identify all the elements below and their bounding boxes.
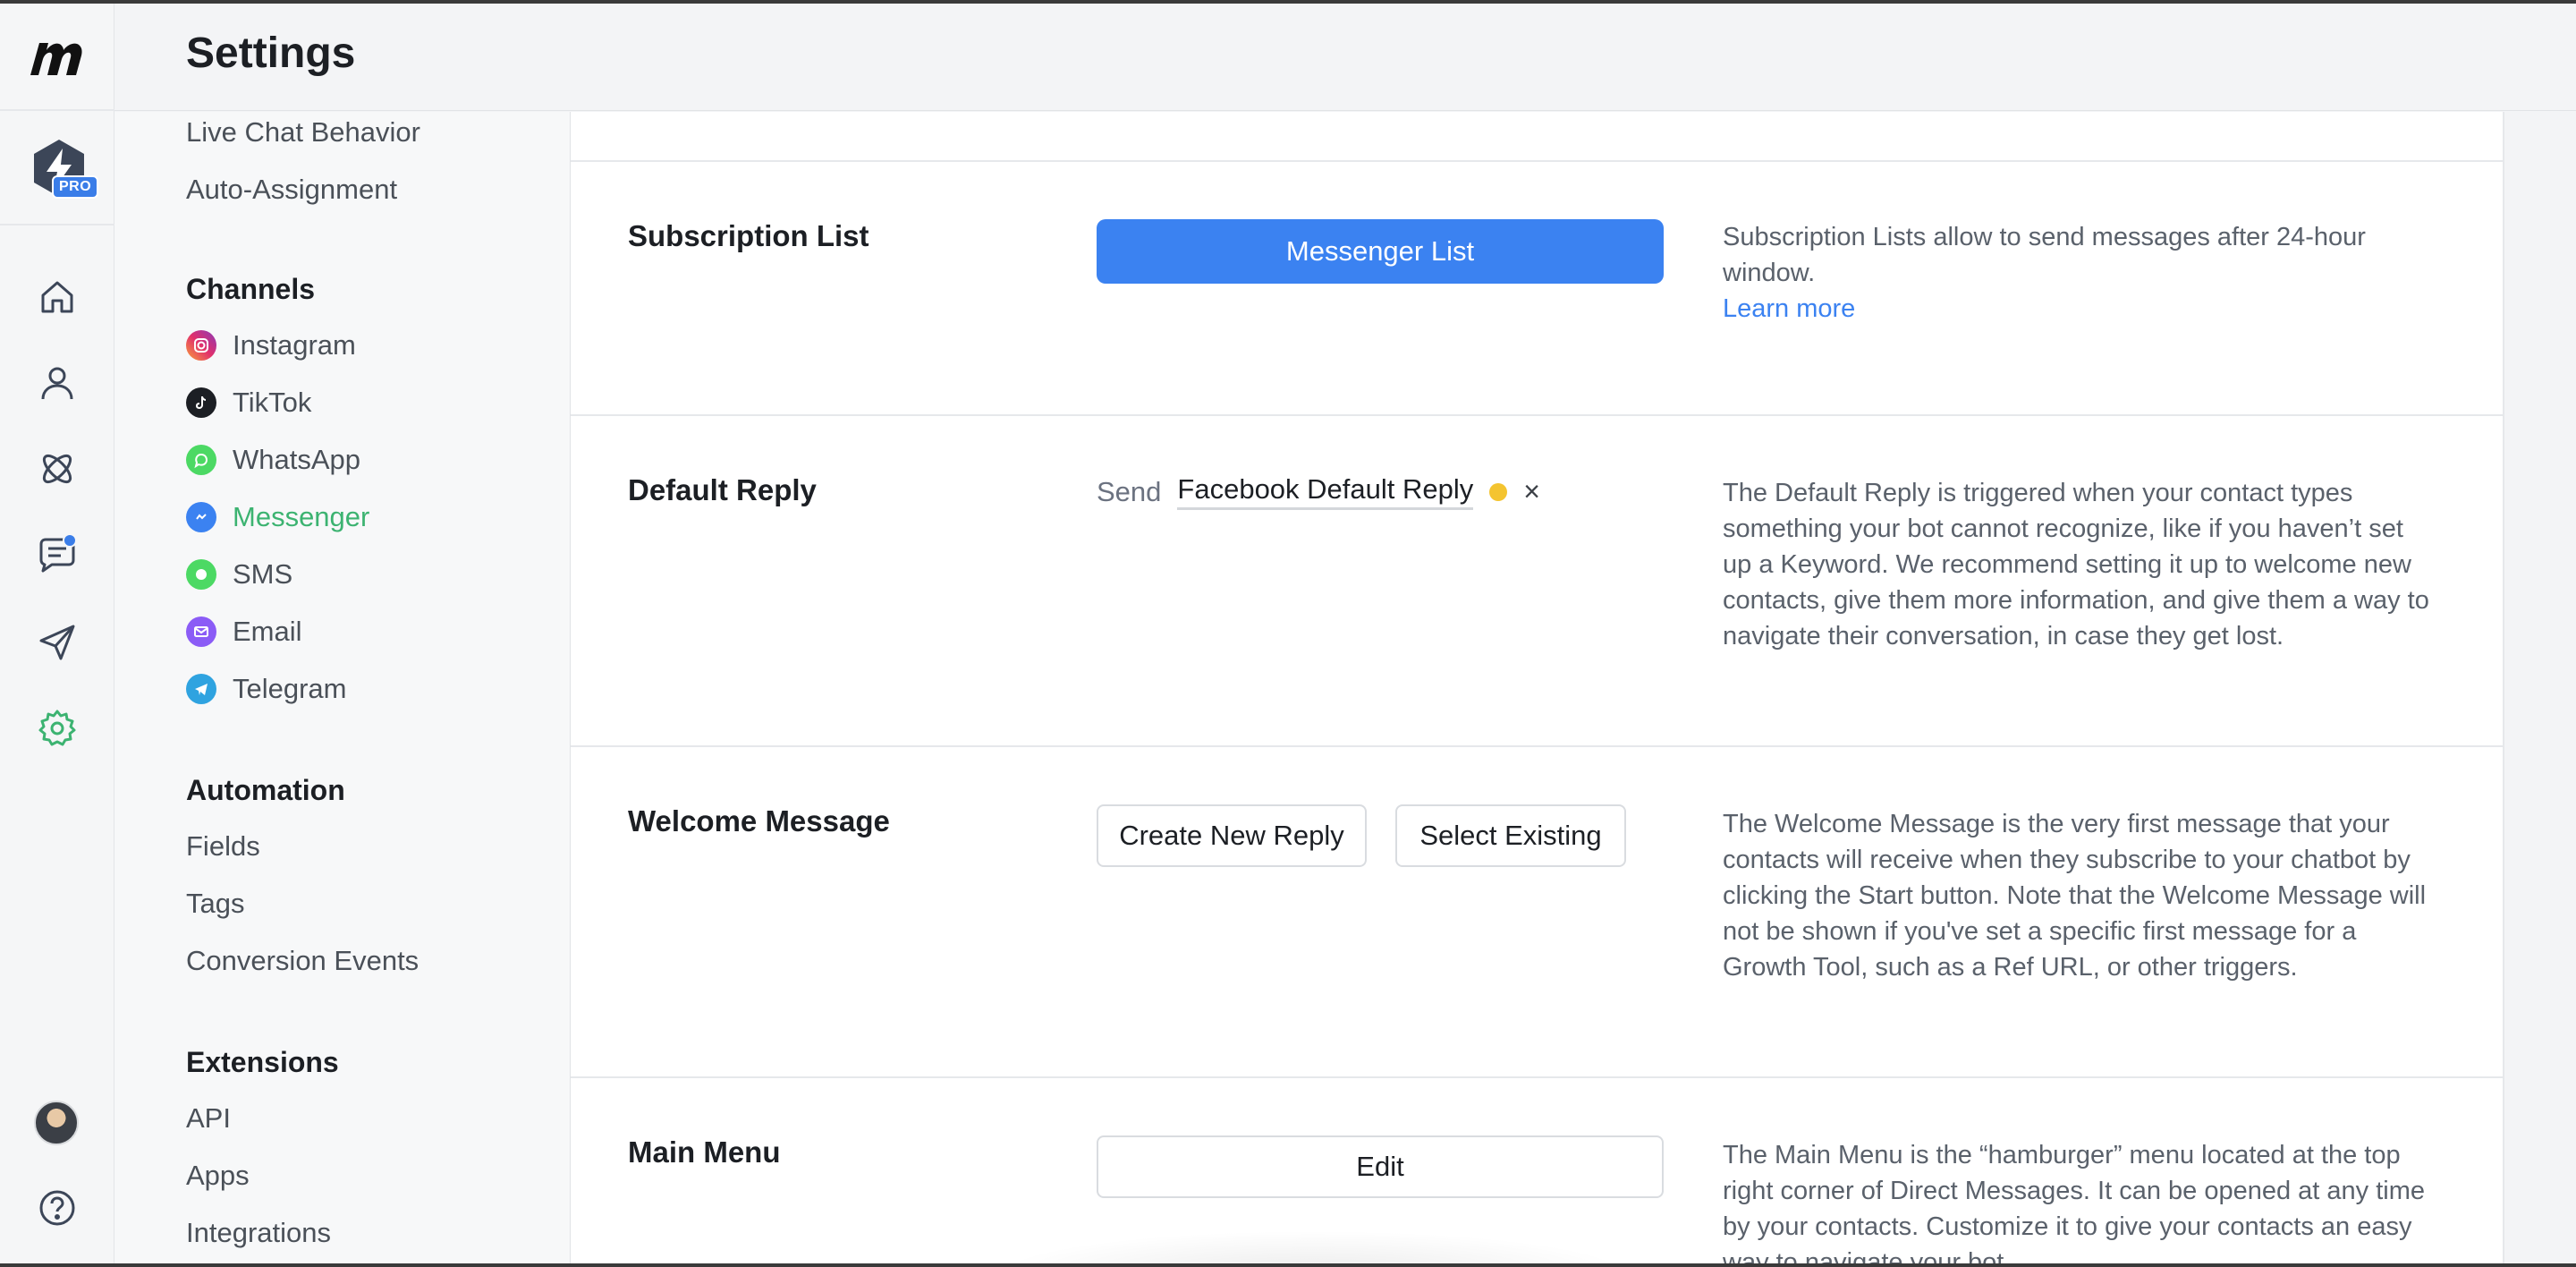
nav-item-sms[interactable]: SMS xyxy=(186,558,292,591)
nav-item-auto-assignment[interactable]: Auto-Assignment xyxy=(186,174,397,206)
nav-item-api[interactable]: API xyxy=(186,1102,231,1135)
nav-item-fields[interactable]: Fields xyxy=(186,830,260,863)
nav-item-label: Messenger xyxy=(233,501,370,532)
settings-content: Subscription List Messenger List Subscri… xyxy=(571,112,2576,1267)
instagram-icon xyxy=(186,330,216,361)
settings-icon[interactable] xyxy=(36,707,79,750)
contacts-icon[interactable] xyxy=(36,361,79,404)
automation-icon[interactable] xyxy=(36,447,79,490)
welcome-message-label: Welcome Message xyxy=(628,804,890,838)
nav-item-integrations[interactable]: Integrations xyxy=(186,1217,331,1249)
default-reply-card: Default Reply Send Facebook Default Repl… xyxy=(571,414,2504,745)
subscription-list-desc-text: Subscription Lists allow to send message… xyxy=(1723,223,2366,287)
nav-item-apps[interactable]: Apps xyxy=(186,1160,250,1192)
sms-icon xyxy=(186,559,216,590)
chat-notification-dot xyxy=(63,533,77,548)
default-reply-link[interactable]: Facebook Default Reply xyxy=(1177,473,1474,510)
nav-item-label: WhatsApp xyxy=(233,444,361,475)
subscription-list-label: Subscription List xyxy=(628,219,869,252)
nav-item-live-chat-behavior[interactable]: Live Chat Behavior xyxy=(186,116,420,149)
nav-item-email[interactable]: Email xyxy=(186,616,302,648)
icon-rail: PRO xyxy=(0,4,114,1267)
tiktok-icon xyxy=(186,387,216,418)
previous-section-card xyxy=(571,112,2504,160)
remove-reply-icon[interactable]: × xyxy=(1523,475,1540,508)
learn-more-link[interactable]: Learn more xyxy=(1723,294,1855,323)
email-icon xyxy=(186,616,216,647)
home-icon[interactable] xyxy=(36,276,79,319)
default-reply-description: The Default Reply is triggered when your… xyxy=(1723,479,2429,651)
nav-item-label: Instagram xyxy=(233,329,356,361)
nav-item-instagram[interactable]: Instagram xyxy=(186,329,356,361)
nav-item-tags[interactable]: Tags xyxy=(186,888,244,920)
nav-item-messenger[interactable]: Messenger xyxy=(186,501,369,533)
default-reply-label: Default Reply xyxy=(628,473,817,506)
main-menu-description: The Main Menu is the “hamburger” menu lo… xyxy=(1723,1141,2426,1267)
subscription-list-description: Subscription Lists allow to send message… xyxy=(1723,219,2438,327)
edit-main-menu-button[interactable]: Edit xyxy=(1097,1135,1664,1198)
nav-item-conversion-events[interactable]: Conversion Events xyxy=(186,945,419,977)
draft-status-dot xyxy=(1489,482,1508,501)
main-menu-label: Main Menu xyxy=(628,1135,781,1169)
default-reply-selection: Send Facebook Default Reply × xyxy=(1097,473,1540,510)
app-logo[interactable] xyxy=(27,36,88,81)
select-existing-button[interactable]: Select Existing xyxy=(1395,804,1626,867)
welcome-message-description: The Welcome Message is the very first me… xyxy=(1723,810,2427,982)
user-avatar[interactable] xyxy=(34,1101,79,1145)
nav-heading-channels: Channels xyxy=(186,273,316,305)
nav-item-label: TikTok xyxy=(233,387,312,418)
subscription-list-card: Subscription List Messenger List Subscri… xyxy=(571,160,2504,414)
pro-badge: PRO xyxy=(52,175,99,199)
nav-item-label: Telegram xyxy=(233,673,347,704)
settings-nav: Live Chat Behavior Auto-Assignment Chann… xyxy=(114,112,571,1267)
whatsapp-icon xyxy=(186,445,216,475)
nav-item-label: Email xyxy=(233,616,302,647)
rail-divider xyxy=(0,109,114,111)
nav-heading-automation: Automation xyxy=(186,774,345,806)
help-icon[interactable] xyxy=(36,1186,79,1229)
telegram-icon xyxy=(186,674,216,704)
page-header: Settings xyxy=(114,4,2576,111)
messenger-icon xyxy=(186,502,216,532)
nav-item-tiktok[interactable]: TikTok xyxy=(186,387,311,419)
messenger-list-button[interactable]: Messenger List xyxy=(1097,219,1664,284)
nav-item-whatsapp[interactable]: WhatsApp xyxy=(186,444,360,476)
create-new-reply-button[interactable]: Create New Reply xyxy=(1097,804,1367,867)
nav-heading-extensions: Extensions xyxy=(186,1046,339,1078)
send-label: Send xyxy=(1097,475,1162,507)
broadcast-icon[interactable] xyxy=(36,621,79,664)
nav-item-telegram[interactable]: Telegram xyxy=(186,673,347,705)
page-title: Settings xyxy=(186,30,356,77)
rail-divider xyxy=(0,224,114,225)
floating-shadow xyxy=(991,1230,1635,1267)
welcome-message-card: Welcome Message Create New Reply Select … xyxy=(571,745,2504,1076)
nav-item-label: SMS xyxy=(233,558,293,590)
window-bottom-border xyxy=(0,1263,2576,1267)
